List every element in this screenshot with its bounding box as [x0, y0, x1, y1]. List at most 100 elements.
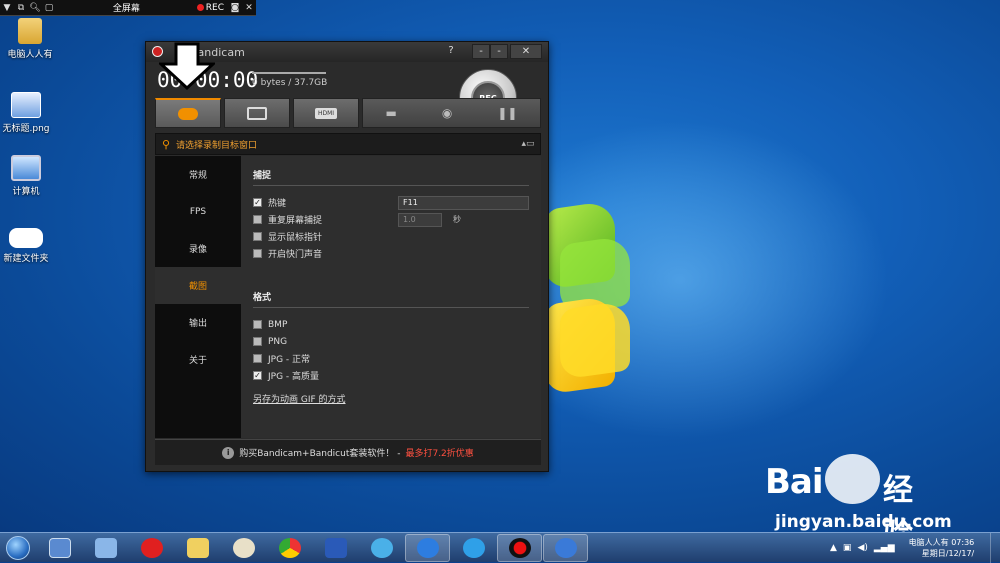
- desktop-icon-new-folder[interactable]: 新建文件夹: [0, 228, 58, 264]
- capture-mode-label[interactable]: 全屏幕: [56, 1, 197, 14]
- tiger-icon: [9, 228, 43, 248]
- tab-game-mode[interactable]: [155, 98, 221, 128]
- bandicam-icon: [508, 537, 531, 558]
- desktop-icon-user-folder[interactable]: 电脑人人有: [0, 18, 62, 60]
- format-option: ✓ JPG - 高质量: [253, 367, 529, 384]
- browser-icon: [370, 537, 393, 558]
- search-icon: ⚲: [161, 137, 171, 151]
- help-button[interactable]: ?: [442, 44, 460, 59]
- taskbar-ie[interactable]: [451, 534, 496, 562]
- repeat-label: 重复屏幕捕捉: [268, 216, 323, 226]
- taskbar-browser[interactable]: [359, 534, 404, 562]
- divider: [253, 185, 529, 186]
- nav-item-about[interactable]: 关于: [155, 341, 241, 378]
- zoom-icon[interactable]: 🔍︎: [28, 0, 42, 16]
- start-button[interactable]: [0, 533, 36, 563]
- window-select-icon[interactable]: ▢: [42, 0, 56, 16]
- nav-item-output[interactable]: 输出: [155, 304, 241, 341]
- capture-rec-button[interactable]: REC: [196, 3, 224, 13]
- tab-tools: ▬ ◉ ❚❚: [362, 98, 541, 128]
- folder-icon: [186, 537, 209, 558]
- taskbar-chrome[interactable]: [267, 534, 312, 562]
- capture-toolbar: ▼ ⧉ 🔍︎ ▢ 全屏幕 REC ◙ ✕: [0, 0, 256, 16]
- jpg-high-checkbox[interactable]: ✓: [253, 371, 262, 380]
- repeat-interval-input[interactable]: 1.0: [398, 212, 442, 227]
- jpg-normal-label: JPG - 正常: [268, 355, 311, 365]
- gamepad-icon: [178, 107, 198, 120]
- target-label: 请选择录制目标窗口: [176, 140, 258, 151]
- restore-button[interactable]: -: [490, 44, 508, 59]
- promo-text: 购买Bandicam+Bandicut套装软件！ -: [239, 449, 401, 459]
- promo-discount[interactable]: 最多打7.2折优惠: [405, 446, 473, 459]
- taskbar-app[interactable]: [543, 533, 588, 562]
- size-bar: [252, 72, 326, 74]
- taskbar-show-desktop[interactable]: [37, 534, 82, 562]
- repeat-checkbox[interactable]: [253, 215, 262, 224]
- png-checkbox[interactable]: [253, 337, 262, 346]
- close-icon[interactable]: ✕: [242, 0, 256, 16]
- desktop-icon-computer[interactable]: 计算机: [0, 155, 58, 197]
- nav-item-screenshot[interactable]: 截图: [155, 267, 241, 304]
- minimize-button[interactable]: -: [472, 44, 490, 59]
- taskbar-sogou[interactable]: [405, 533, 450, 562]
- info-icon: i: [222, 446, 235, 459]
- hotkey-row: ✓ 热键 F11: [253, 194, 529, 211]
- camera-icon[interactable]: ◙: [228, 0, 242, 16]
- image-file-icon: [11, 92, 41, 118]
- restore-icon[interactable]: ⧉: [14, 0, 28, 16]
- taskbar-folder[interactable]: [175, 534, 220, 562]
- jpg-normal-checkbox[interactable]: [253, 354, 262, 363]
- close-button[interactable]: ✕: [510, 44, 542, 59]
- monitor-icon: [247, 106, 267, 120]
- nav-item-fps[interactable]: FPS: [155, 193, 241, 230]
- collapse-icon[interactable]: ▴▭: [516, 139, 540, 149]
- taskbar-paint[interactable]: [221, 534, 266, 562]
- shutter-checkbox[interactable]: [253, 249, 262, 258]
- shutter-label: 开启快门声音: [268, 250, 323, 260]
- taskbar-app-jiang[interactable]: [129, 534, 174, 562]
- folder-icon[interactable]: ▬: [386, 106, 397, 120]
- desktop-icon: [48, 537, 71, 558]
- taskbar-word[interactable]: [313, 534, 358, 562]
- mode-tabs: HDMI ▬ ◉ ❚❚: [155, 98, 541, 128]
- signal-icon[interactable]: ▂▄▆: [874, 543, 895, 553]
- nav-item-video[interactable]: 录像: [155, 230, 241, 267]
- cursor-checkbox[interactable]: [253, 232, 262, 241]
- gif-link[interactable]: 另存为动画 GIF 的方式: [253, 392, 529, 405]
- tray-expand-icon[interactable]: ▲: [830, 543, 837, 553]
- bmp-checkbox[interactable]: [253, 320, 262, 329]
- capture-section-title: 捕捉: [253, 171, 272, 181]
- rec-dot-icon: [196, 4, 204, 11]
- shutter-row: 开启快门声音: [253, 245, 529, 262]
- volume-icon[interactable]: ◀): [857, 543, 867, 553]
- hotkey-checkbox[interactable]: ✓: [253, 198, 262, 207]
- cursor-label: 显示鼠标指针: [268, 233, 323, 243]
- pause-icon[interactable]: ❚❚: [497, 106, 517, 120]
- target-bar[interactable]: ⚲ 请选择录制目标窗口 ▴▭: [155, 133, 541, 155]
- desktop-icon-image[interactable]: 无标题.png: [0, 92, 58, 134]
- hdmi-icon: HDMI: [315, 107, 337, 119]
- tab-screen-mode[interactable]: [224, 98, 290, 128]
- promo-footer[interactable]: i 购买Bandicam+Bandicut套装软件！ - 最多打7.2折优惠: [155, 439, 541, 465]
- show-desktop-button[interactable]: [990, 533, 1000, 563]
- divider: [253, 307, 529, 308]
- clock[interactable]: 电脑人人有 07:36 星期日/12/17/: [909, 537, 975, 559]
- taskbar-control-panel[interactable]: [83, 534, 128, 562]
- nav-item-general[interactable]: 常规: [155, 156, 241, 193]
- camera-icon[interactable]: ◉: [442, 106, 452, 120]
- repeat-row: 重复屏幕捕捉 1.0 秒: [253, 211, 529, 228]
- screenshot-settings: 捕捉 ✓ 热键 F11 重复屏幕捕捉 1.0 秒 显示鼠标指针 开启快门声音 格…: [241, 156, 541, 438]
- repeat-unit: 秒: [453, 215, 461, 224]
- tab-hdmi-mode[interactable]: HDMI: [293, 98, 359, 128]
- clock-date: 星期日/12/17/: [921, 549, 975, 558]
- network-tray-icon[interactable]: ▣: [843, 543, 852, 553]
- desktop-icon-label: 计算机: [12, 187, 40, 197]
- ie-icon: [462, 537, 485, 558]
- format-option: JPG - 正常: [253, 350, 529, 367]
- taskbar-bandicam[interactable]: [497, 533, 542, 562]
- watermark-url: jingyan.baidu.com: [775, 512, 952, 532]
- dropdown-icon[interactable]: ▼: [0, 0, 14, 16]
- hotkey-input[interactable]: F11: [398, 195, 529, 210]
- chrome-icon: [278, 537, 301, 558]
- system-tray: ▲ ▣ ◀) ▂▄▆ 电脑人人有 07:36 星期日/12/17/: [830, 533, 1000, 563]
